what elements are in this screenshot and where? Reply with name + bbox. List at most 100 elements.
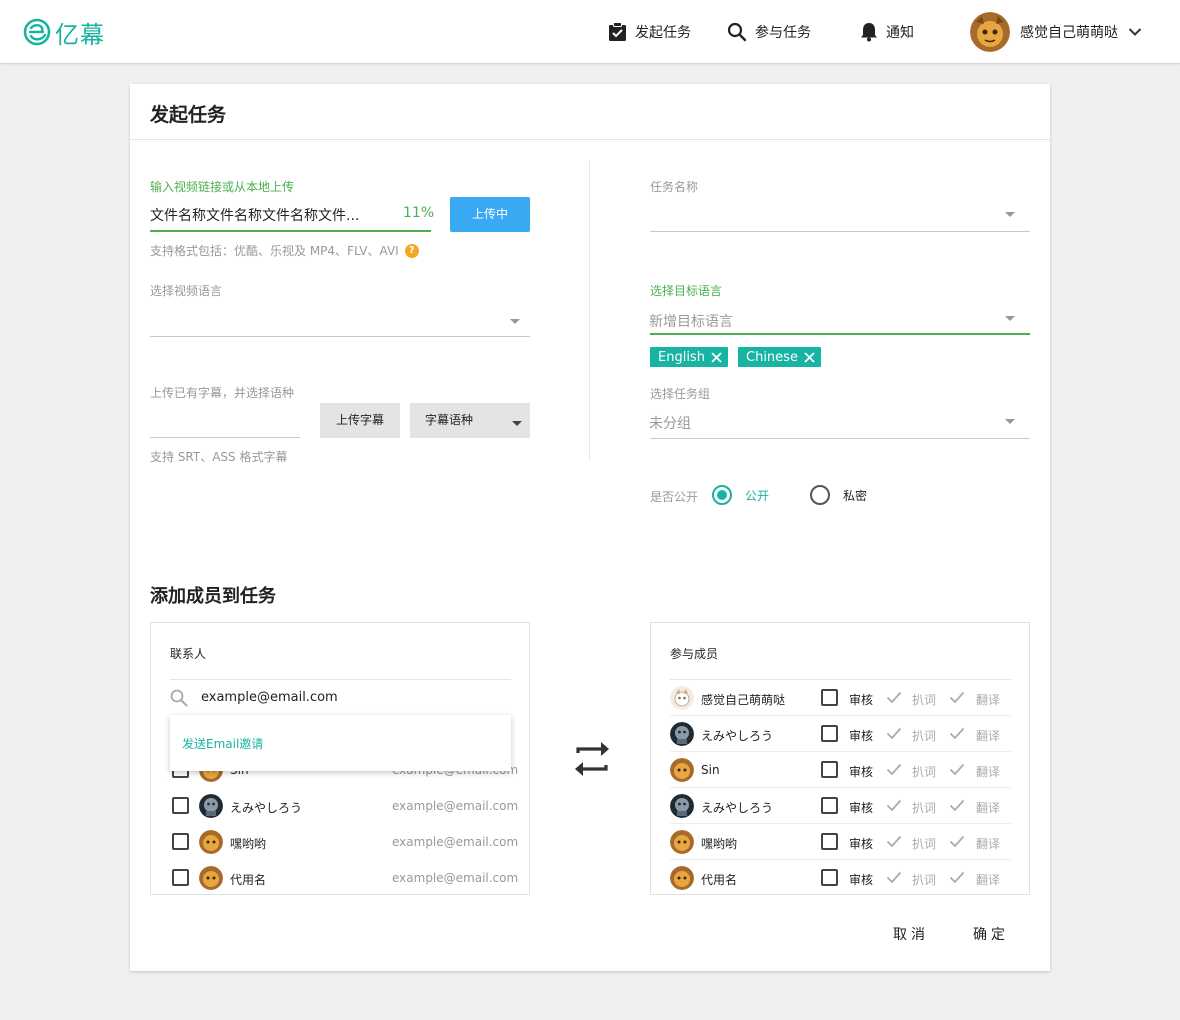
task-group-caret-icon[interactable] — [1005, 419, 1015, 424]
review-checkbox[interactable] — [821, 689, 838, 706]
avatar — [199, 866, 223, 890]
check-icon[interactable] — [949, 799, 965, 812]
contact-checkbox[interactable] — [172, 833, 189, 850]
subtitle-language-caret-icon — [512, 421, 522, 426]
check-icon[interactable] — [886, 727, 902, 740]
participant-name: えみやしろう — [701, 801, 774, 815]
contact-checkbox[interactable] — [172, 869, 189, 886]
upload-subtitle-button[interactable]: 上传字幕 — [320, 403, 400, 438]
check-icon[interactable] — [949, 691, 965, 704]
column-divider — [589, 160, 590, 460]
radio-private[interactable] — [810, 485, 830, 505]
participant-name: 嘿哟哟 — [701, 837, 738, 851]
chip-close-icon[interactable] — [804, 351, 815, 363]
check-icon[interactable] — [949, 835, 965, 848]
language-chip-label: Chinese — [746, 349, 798, 365]
subtitle-format-hint: 支持 SRT、ASS 格式字幕 — [150, 450, 288, 464]
create-task-card: 发起任务 输入视频链接或从本地上传 文件名称文件名称文件名称文件... 11% … — [130, 84, 1050, 971]
clipboard-check-icon — [609, 22, 626, 41]
logo[interactable]: 亿幕 — [22, 15, 105, 49]
check-icon[interactable] — [949, 763, 965, 776]
check-icon[interactable] — [949, 871, 965, 884]
role-review-label: 审核 — [849, 693, 874, 707]
role-translate-label: 翻译 — [976, 729, 1001, 743]
task-group-label: 选择任务组 — [650, 387, 711, 401]
visibility-label: 是否公开 — [650, 490, 699, 504]
video-file-name[interactable]: 文件名称文件名称文件名称文件... — [150, 205, 360, 225]
task-group-value: 未分组 — [649, 416, 691, 432]
review-checkbox[interactable] — [821, 797, 838, 814]
task-name-caret-icon[interactable] — [1005, 212, 1015, 217]
avatar — [199, 830, 223, 854]
check-icon[interactable] — [886, 835, 902, 848]
review-checkbox[interactable] — [821, 869, 838, 886]
radio-public[interactable] — [712, 485, 732, 505]
contact-row[interactable]: えみやしろう example@email.com — [170, 788, 518, 824]
role-review-label: 审核 — [849, 729, 874, 743]
nav-create-task[interactable]: 发起任务 — [608, 20, 691, 44]
review-checkbox[interactable] — [821, 833, 838, 850]
avatar — [199, 794, 223, 818]
logo-icon — [23, 18, 51, 46]
contact-search[interactable]: example@email.com — [170, 679, 511, 715]
task-group-select[interactable] — [650, 438, 1030, 439]
review-checkbox[interactable] — [821, 725, 838, 742]
logo-text: 亿幕 — [55, 20, 105, 49]
transfer-icon[interactable] — [573, 739, 611, 779]
nav-create-task-label: 发起任务 — [635, 25, 691, 41]
role-transcribe-label: 扒词 — [912, 765, 937, 779]
contact-email: example@email.com — [392, 799, 519, 813]
user-name: 感觉自己萌萌哒 — [1020, 25, 1118, 41]
target-language-input[interactable]: 新增目标语言 — [649, 311, 733, 331]
review-checkbox[interactable] — [821, 761, 838, 778]
role-transcribe-label: 扒词 — [912, 729, 937, 743]
contact-row[interactable]: 代用名 example@email.com — [170, 860, 518, 894]
send-email-invite-option[interactable]: 发送Email邀请 — [182, 735, 263, 752]
role-review-label: 审核 — [849, 873, 874, 887]
video-link-label: 输入视频链接或从本地上传 — [150, 180, 295, 194]
participant-name: 代用名 — [701, 873, 738, 887]
check-icon[interactable] — [949, 727, 965, 740]
language-chip: Chinese — [738, 347, 821, 367]
nav-notifications[interactable]: 通知 — [860, 20, 914, 44]
top-bar: 亿幕 发起任务 参与任务 通知 感觉自己萌萌哒 — [0, 0, 1180, 64]
role-transcribe-label: 扒词 — [912, 837, 937, 851]
role-translate-label: 翻译 — [976, 837, 1001, 851]
target-language-caret-icon[interactable] — [1005, 316, 1015, 321]
language-chip-label: English — [658, 349, 705, 365]
check-icon[interactable] — [886, 871, 902, 884]
cancel-button[interactable]: 取消 — [893, 924, 929, 944]
role-transcribe-label: 扒词 — [912, 873, 937, 887]
role-review-label: 审核 — [849, 765, 874, 779]
subtitle-upload-label: 上传已有字幕，并选择语种 — [150, 386, 295, 400]
contact-checkbox[interactable] — [172, 797, 189, 814]
contact-search-input[interactable]: example@email.com — [201, 690, 338, 705]
search-icon — [727, 22, 747, 42]
upload-progress-text: 11% — [403, 205, 435, 221]
check-icon[interactable] — [886, 763, 902, 776]
language-chip: English — [650, 347, 728, 367]
role-transcribe-label: 扒词 — [912, 693, 937, 707]
user-menu[interactable]: 感觉自己萌萌哒 — [970, 12, 1142, 52]
email-invite-dropdown: 发送Email邀请 — [170, 715, 511, 771]
radio-private-label: 私密 — [843, 489, 868, 503]
contact-name: 代用名 — [230, 873, 267, 887]
video-language-label: 选择视频语言 — [150, 284, 223, 298]
avatar — [670, 830, 694, 854]
check-icon[interactable] — [886, 691, 902, 704]
confirm-button[interactable]: 确定 — [973, 924, 1009, 944]
participant-row: 嘿哟哟 审核 扒词 翻译 — [670, 824, 1011, 860]
subtitle-file-field[interactable] — [150, 437, 300, 438]
participant-row: えみやしろう 审核 扒词 翻译 — [670, 788, 1011, 824]
radio-public-label: 公开 — [745, 489, 770, 503]
help-icon[interactable]: ? — [404, 243, 419, 258]
video-language-select[interactable] — [150, 336, 530, 337]
video-language-caret-icon[interactable] — [510, 319, 520, 324]
chip-close-icon[interactable] — [711, 351, 722, 363]
page-title: 发起任务 — [150, 104, 227, 126]
check-icon[interactable] — [886, 799, 902, 812]
nav-join-task[interactable]: 参与任务 — [727, 20, 811, 44]
contact-row[interactable]: 嘿哟哟 example@email.com — [170, 824, 518, 860]
uploading-button[interactable]: 上传中 — [450, 197, 530, 232]
task-name-input[interactable] — [650, 231, 1030, 232]
